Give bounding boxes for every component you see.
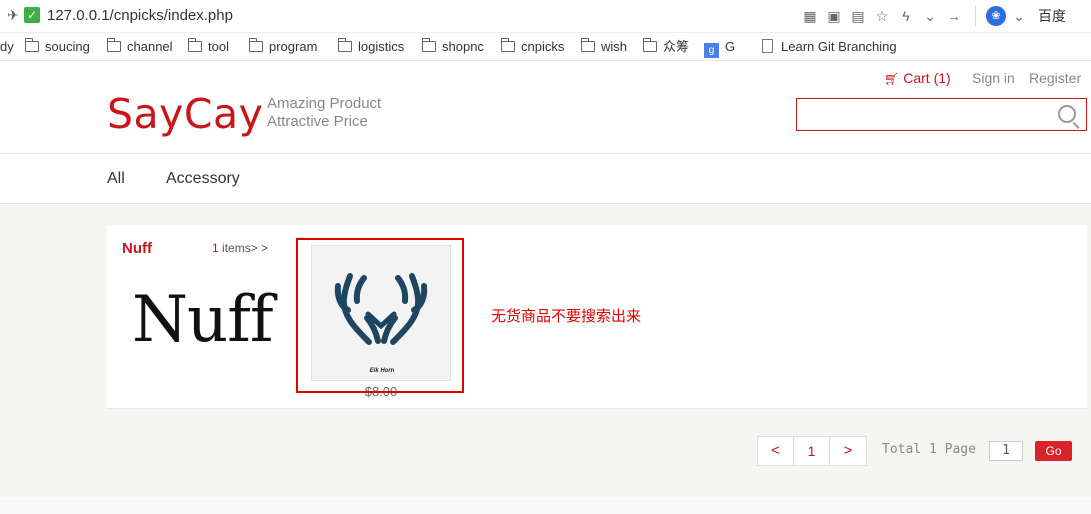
prev-page-button[interactable]: < [758,437,794,465]
bookmark-item[interactable]: gG [704,39,736,58]
bookmark-label: wish [601,39,628,54]
brand-logo[interactable]: Nuff [132,283,274,357]
bookmark-item[interactable]: soucing [25,38,90,55]
bookmarks-bar: dy soucing channel tool program logistic… [0,33,1091,61]
bolt-icon[interactable]: ϟ [895,5,917,27]
browser-address-bar: ✈ ✓ 127.0.0.1/cnpicks/index.php ▦ ▣ ▤ ☆ … [0,0,1091,33]
bookmark-label: channel [127,39,173,54]
folder-icon [107,38,121,52]
go-button[interactable]: Go [1035,441,1072,461]
forward-arrow-icon[interactable]: → [943,5,965,27]
bookmark-label: Learn Git Branching [781,39,897,54]
bookmark-item[interactable]: logistics [338,38,405,55]
bookmark-label: G [725,39,736,54]
bookmark-item[interactable]: channel [107,38,173,55]
bookmark-label: shopnc [442,39,484,54]
folder-icon [501,38,515,52]
next-page-button[interactable]: > [830,437,866,465]
toolbar-divider [975,6,976,26]
bookmark-item[interactable]: shopnc [422,38,484,55]
engine-chevron-icon[interactable]: ⌄ [1008,5,1030,27]
address-icons: ✈ ✓ [4,6,40,24]
category-all[interactable]: All [107,170,125,188]
folder-icon [643,38,657,52]
brand-name[interactable]: Nuff [122,240,152,257]
page-icon [762,39,773,53]
folder-icon [422,38,436,52]
cart-link[interactable]: 🛒︎ Cart (1) [884,70,951,86]
bookmark-label: dy [0,39,14,54]
folder-icon [338,38,352,52]
bookmark-label: cnpicks [521,39,565,54]
reader-icon[interactable]: ▤ [847,5,869,27]
bookmark-label: logistics [358,39,405,54]
cart-icon: 🛒︎ [884,72,900,86]
translate-icon[interactable]: ▣ [823,5,845,27]
page-1-button[interactable]: 1 [794,437,830,465]
check-icon[interactable]: ✓ [24,7,40,23]
tagline-line-1: Amazing Product [267,95,382,112]
total-pages-text: Total 1 Page [882,442,976,457]
bookmark-item[interactable]: Learn Git Branching [762,39,897,55]
site-header: 🛒︎ Cart (1) Sign in Register SayCay Amazi… [0,62,1091,154]
bookmark-item[interactable]: tool [188,38,229,55]
folder-icon [249,38,263,52]
page-jump-input[interactable]: 1 [989,441,1023,461]
cart-label: Cart (1) [903,70,951,86]
brand-items-link[interactable]: 1 items> > [212,241,268,255]
category-accessory[interactable]: Accessory [166,170,240,188]
rocket-icon[interactable]: ✈ [4,6,22,24]
bookmark-item[interactable]: cnpicks [501,38,565,55]
pagination: < 1 > [757,436,867,466]
search-box [796,98,1087,131]
search-input[interactable] [797,99,1037,130]
folder-icon [25,38,39,52]
bookmark-label: soucing [45,39,90,54]
qr-icon[interactable]: ▦ [799,5,821,27]
url-field[interactable]: 127.0.0.1/cnpicks/index.php [47,7,233,24]
register-link[interactable]: Register [1029,70,1081,86]
bookmark-item[interactable]: wish [581,38,628,55]
items-count: 1 [212,241,219,255]
page-root: ✈ ✓ 127.0.0.1/cnpicks/index.php ▦ ▣ ▤ ☆ … [0,0,1091,514]
items-suffix: items> > [218,241,269,255]
main-content: Nuff 1 items> > Nuff Elk Horn $8.00 无货商品… [0,205,1091,514]
footer-strip [0,497,1091,514]
search-engine-label[interactable]: 百度 [1038,6,1066,26]
folder-icon [188,38,202,52]
star-icon[interactable]: ☆ [871,5,893,27]
annotation-note: 无货商品不要搜索出来 [491,308,642,325]
bookmark-item[interactable]: program [249,38,318,55]
bookmark-item[interactable]: dy [0,39,14,55]
search-icon[interactable] [1058,105,1076,123]
highlight-annotation-box [296,238,464,393]
category-nav: All Accessory [0,155,1091,204]
bookmark-item[interactable]: 众筹 [643,38,690,55]
tagline-line-2: Attractive Price [267,113,368,130]
folder-icon [581,38,595,52]
site-logo[interactable]: SayCay [107,90,263,138]
bookmark-label: program [269,39,318,54]
paw-icon[interactable]: ❀ [986,6,1006,26]
bookmark-label: 众筹 [663,39,690,54]
signin-link[interactable]: Sign in [972,70,1015,86]
brand-panel: Nuff 1 items> > Nuff Elk Horn $8.00 无货商品… [107,225,1087,409]
chevron-down-icon[interactable]: ⌄ [919,5,941,27]
google-icon: g [704,43,719,58]
browser-toolbar: ▦ ▣ ▤ ☆ ϟ ⌄ → ❀ ⌄ 百度 [797,5,1091,27]
site-tagline: Amazing Product Attractive Price [267,95,381,131]
bookmark-label: tool [208,39,229,54]
